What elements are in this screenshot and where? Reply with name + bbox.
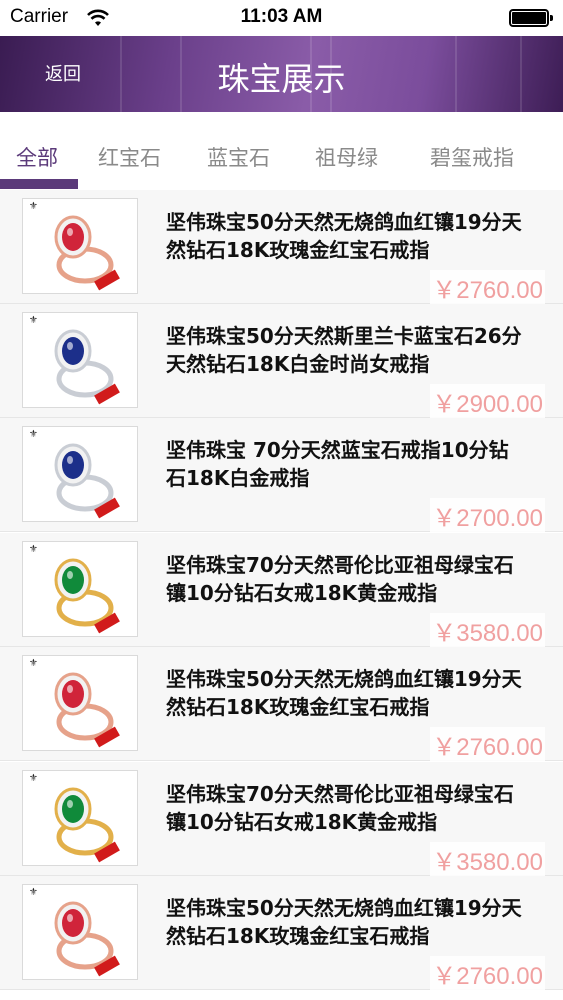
product-price: ￥3580.00: [430, 842, 545, 877]
product-price: ￥2760.00: [430, 270, 545, 305]
product-title: 坚伟珠宝70分天然哥伦比亚祖母绿宝石镶10分钻石女戒18K黄金戒指: [166, 782, 514, 834]
product-thumbnail: ⚜: [22, 655, 138, 751]
brand-logo-icon: ⚜: [29, 429, 38, 440]
brand-logo-icon: ⚜: [29, 315, 38, 326]
product-list-item[interactable]: ⚜ 坚伟珠宝50分天然无烧鸽血红镶19分天然钻石18K玫瑰金红宝石戒指 ￥2760.…: [0, 647, 563, 762]
navigation-bar: 返回 珠宝展示: [0, 36, 563, 112]
status-bar: Carrier 11:03 AM: [0, 0, 563, 36]
product-list-item[interactable]: ⚜ 坚伟珠宝70分天然哥伦比亚祖母绿宝石镶10分钻石女戒18K黄金戒指 ￥3580.…: [0, 533, 563, 648]
tab-sapphire[interactable]: 蓝宝石: [207, 142, 270, 172]
brand-logo-icon: ⚜: [29, 658, 38, 669]
tab-tourmaline-rings[interactable]: 碧玺戒指: [430, 142, 514, 172]
product-title: 坚伟珠宝 70分天然蓝宝石戒指10分钻石18K白金戒指: [166, 438, 509, 490]
product-title: 坚伟珠宝50分天然无烧鸽血红镶19分天然钻石18K玫瑰金红宝石戒指: [166, 210, 522, 262]
product-list-item[interactable]: ⚜ 坚伟珠宝 70分天然蓝宝石戒指10分钻石18K白金戒指 ￥2700.00: [0, 418, 563, 533]
product-price: ￥3580.00: [430, 613, 545, 648]
product-list[interactable]: ⚜ 坚伟珠宝50分天然无烧鸽血红镶19分天然钻石18K玫瑰金红宝石戒指 ￥2760.…: [0, 190, 563, 1000]
product-thumbnail: ⚜: [22, 426, 138, 522]
product-title: 坚伟珠宝50分天然无烧鸽血红镶19分天然钻石18K玫瑰金红宝石戒指: [166, 667, 522, 719]
product-thumbnail: ⚜: [22, 312, 138, 408]
product-list-item[interactable]: ⚜ 坚伟珠宝50分天然无烧鸽血红镶19分天然钻石18K玫瑰金红宝石戒指 ￥2760.…: [0, 190, 563, 305]
page-title: 珠宝展示: [217, 60, 346, 98]
tab-all[interactable]: 全部: [16, 142, 58, 172]
product-title: 坚伟珠宝50分天然无烧鸽血红镶19分天然钻石18K玫瑰金红宝石戒指: [166, 896, 522, 948]
product-price: ￥2900.00: [430, 384, 545, 419]
product-list-item[interactable]: ⚜ 坚伟珠宝70分天然哥伦比亚祖母绿宝石镶10分钻石女戒18K黄金戒指 ￥3580.…: [0, 762, 563, 877]
brand-logo-icon: ⚜: [29, 544, 38, 555]
battery-icon: [509, 9, 553, 27]
product-thumbnail: ⚜: [22, 770, 138, 866]
product-list-item[interactable]: ⚜ 坚伟珠宝50分天然无烧鸽血红镶19分天然钻石18K玫瑰金红宝石戒指 ￥2760.…: [0, 876, 563, 991]
product-thumbnail: ⚜: [22, 198, 138, 294]
clock: 11:03 AM: [240, 6, 323, 27]
product-title: 坚伟珠宝50分天然斯里兰卡蓝宝石26分天然钻石18K白金时尚女戒指: [166, 324, 522, 376]
brand-logo-icon: ⚜: [29, 773, 38, 784]
product-title: 坚伟珠宝70分天然哥伦比亚祖母绿宝石镶10分钻石女戒18K黄金戒指: [166, 553, 514, 605]
category-tabs: 全部 红宝石 蓝宝石 祖母绿 碧玺戒指: [0, 112, 563, 192]
active-tab-indicator: [0, 179, 78, 189]
tab-emerald[interactable]: 祖母绿: [315, 142, 378, 172]
product-price: ￥2760.00: [430, 956, 545, 991]
product-list-item[interactable]: ⚜ 坚伟珠宝50分天然斯里兰卡蓝宝石26分天然钻石18K白金时尚女戒指 ￥2900.…: [0, 304, 563, 419]
brand-logo-icon: ⚜: [29, 887, 38, 898]
product-price: ￥2700.00: [430, 498, 545, 533]
product-thumbnail: ⚜: [22, 884, 138, 980]
tab-ruby[interactable]: 红宝石: [98, 142, 161, 172]
product-thumbnail: ⚜: [22, 541, 138, 637]
brand-logo-icon: ⚜: [29, 201, 38, 212]
product-price: ￥2760.00: [430, 727, 545, 762]
